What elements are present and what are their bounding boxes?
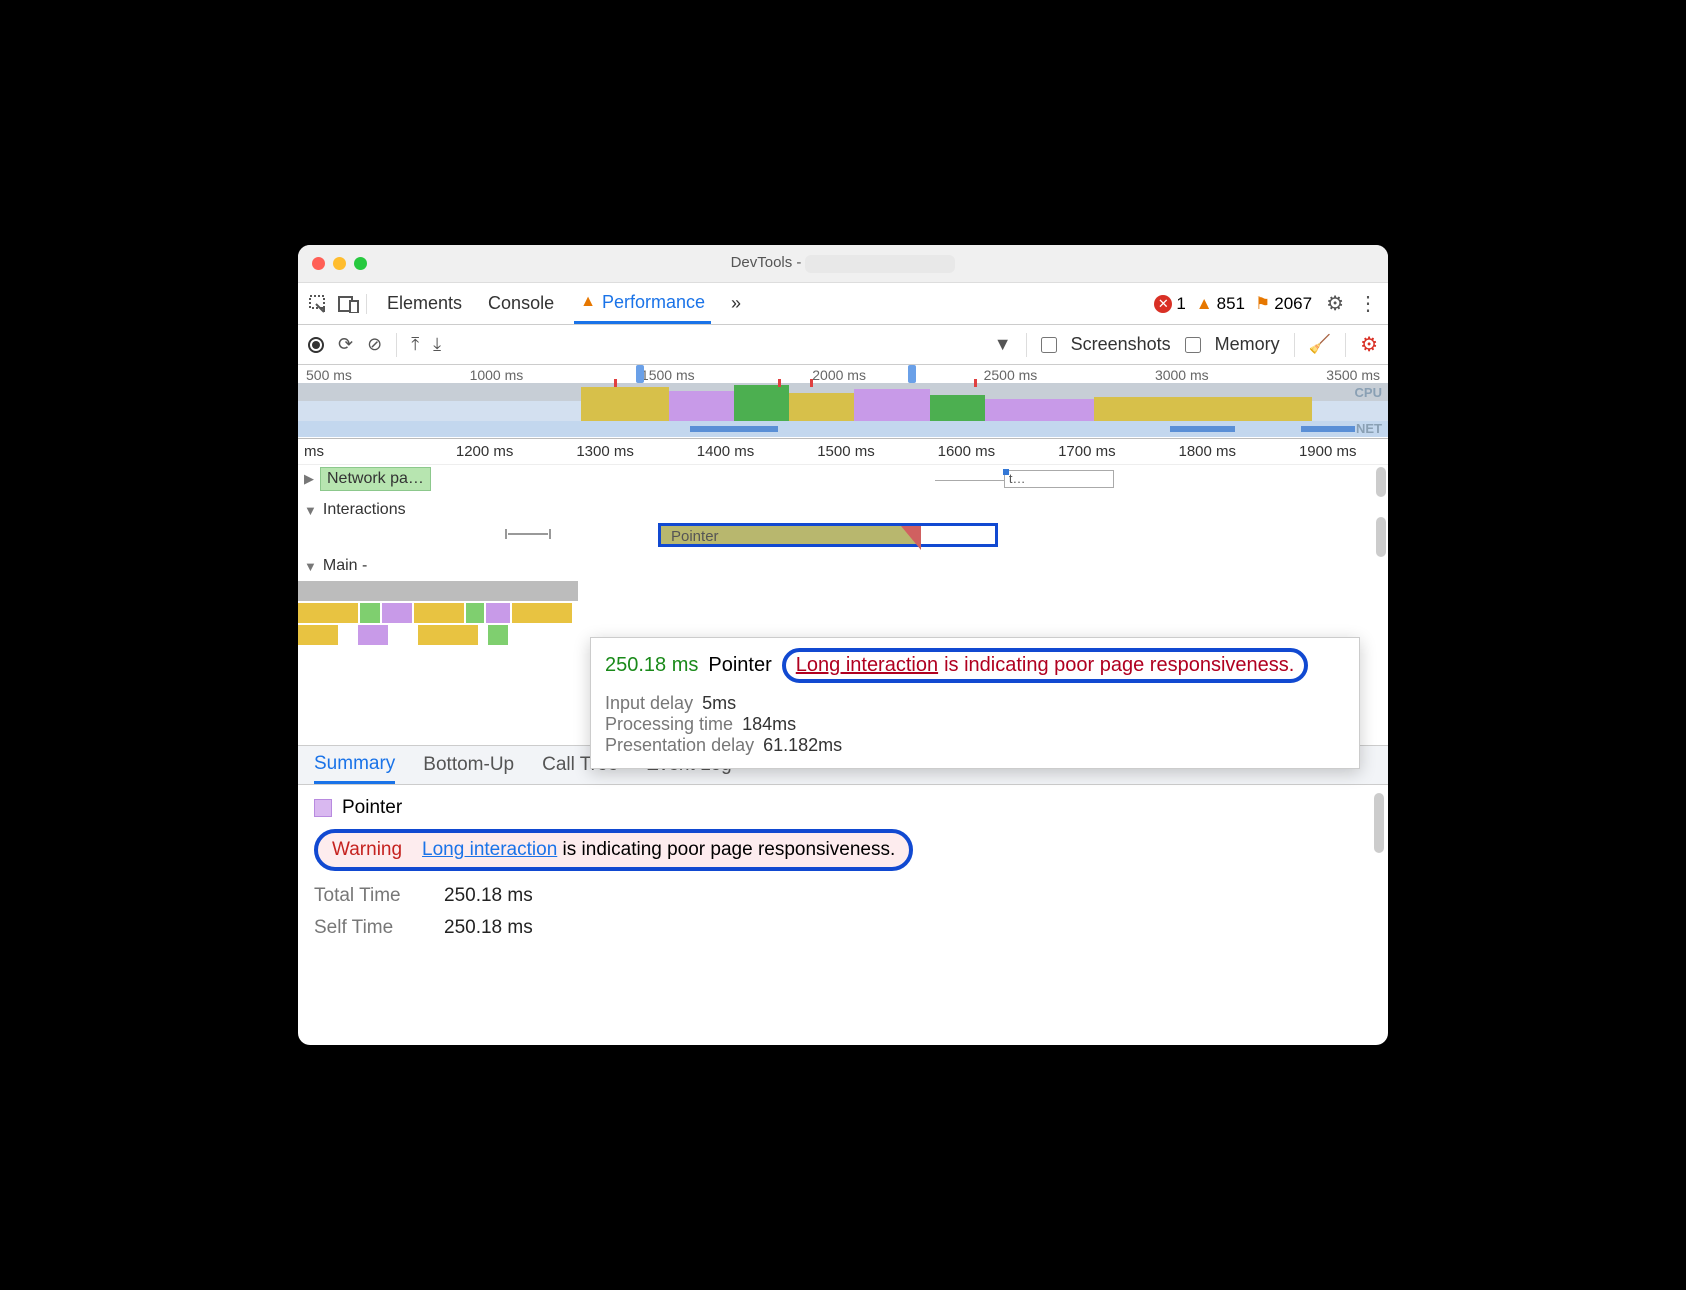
cpu-overview-band [298,383,1388,423]
interactions-track-label: Interactions [323,501,406,519]
panel-tabstrip: Elements Console ▲Performance » ✕1 ▲851 … [298,283,1388,325]
titlebar: DevTools - [298,245,1388,283]
tab-performance[interactable]: ▲Performance [574,283,711,324]
tab-summary[interactable]: Summary [314,746,395,784]
timeline-overview[interactable]: 500 ms1000 ms1500 ms2000 ms2500 ms3000 m… [298,365,1388,439]
interactions-lane: Pointer [298,523,1388,549]
total-time-label: Total Time [314,885,444,907]
long-interaction-link[interactable]: Long interaction [796,654,938,677]
long-interaction-link[interactable]: Long interaction [422,839,557,860]
warning-label: Warning [332,839,402,861]
event-color-swatch [314,799,332,817]
total-time-value: 250.18 ms [444,885,1372,907]
error-count[interactable]: ✕1 [1154,294,1185,314]
issues-count[interactable]: ⚑2067 [1255,294,1312,314]
main-track-label: Main - [323,557,367,575]
redacted-url [805,255,955,273]
tooltip-event-name: Pointer [708,654,771,677]
network-track-header[interactable]: ▶ Network pa… t… [298,465,1388,493]
reload-button[interactable]: ⟳ [338,334,353,355]
network-request-chip[interactable]: t… [1004,470,1114,488]
tooltip-duration: 250.18 ms [605,654,698,677]
issue-counts[interactable]: ✕1 ▲851 ⚑2067 [1154,294,1312,314]
tab-console[interactable]: Console [482,283,560,324]
more-menu-icon[interactable]: ⋮ [1358,291,1378,316]
settings-gear-icon[interactable]: ⚙ [1326,291,1344,316]
cpu-label: CPU [1355,385,1382,400]
garbage-collect-icon[interactable]: 🧹 [1309,334,1331,355]
flame-ruler: ms 1200 ms1300 ms1400 ms1500 ms1600 ms17… [298,439,1388,465]
summary-event-name: Pointer [342,797,402,819]
summary-warning-row: Warning Long interaction is indicating p… [314,829,913,871]
overview-ruler: 500 ms1000 ms1500 ms2000 ms2500 ms3000 m… [298,365,1388,383]
interaction-tooltip: 250.18 ms Pointer Long interaction is in… [590,637,1360,769]
screenshots-checkbox[interactable] [1041,337,1057,353]
overview-handle-left[interactable] [636,365,644,383]
error-icon: ✕ [1154,295,1172,313]
main-track-header[interactable]: ▼ Main - [298,555,1388,577]
tabs-overflow[interactable]: » [725,283,747,324]
caret-right-icon: ▶ [304,471,314,487]
performance-toolbar: ⟳ ⊘ ⤒ ⤓ ▼ Screenshots Memory 🧹 ⚙ [298,325,1388,365]
self-time-label: Self Time [314,917,444,939]
warning-icon: ▲ [1196,294,1213,314]
download-icon[interactable]: ⤓ [433,334,441,355]
inspect-icon[interactable] [308,294,328,314]
overview-handle-right[interactable] [908,365,916,383]
pointer-bar-label: Pointer [671,528,719,545]
tab-elements[interactable]: Elements [381,283,468,324]
window-title: DevTools - [298,254,1388,272]
summary-panel: Pointer Warning Long interaction is indi… [298,785,1388,951]
record-button[interactable] [308,337,324,353]
issues-icon: ⚑ [1255,294,1270,314]
caret-down-icon: ▼ [304,503,317,518]
caret-down-icon: ▼ [304,559,317,574]
network-track-label: Network pa… [320,467,431,491]
memory-label: Memory [1215,334,1280,355]
device-toggle-icon[interactable] [338,295,360,313]
tooltip-warning-text: is indicating poor page responsiveness. [944,654,1294,677]
interactions-track-header[interactable]: ▼ Interactions [298,499,1388,521]
devtools-window: DevTools - Elements Console ▲Performance… [298,245,1388,1045]
tooltip-warning-highlight: Long interaction is indicating poor page… [782,648,1309,683]
memory-checkbox[interactable] [1185,337,1201,353]
upload-icon[interactable]: ⤒ [411,334,419,355]
summary-scrollbar[interactable] [1374,793,1384,853]
tab-bottom-up[interactable]: Bottom-Up [423,746,514,784]
net-overview-band [298,421,1388,437]
capture-settings-gear-icon[interactable]: ⚙ [1360,332,1378,357]
warning-triangle-icon: ▲ [580,293,596,311]
warning-count[interactable]: ▲851 [1196,294,1245,314]
screenshots-label: Screenshots [1071,334,1171,355]
warning-text: is indicating poor page responsiveness. [563,839,896,860]
clear-button[interactable]: ⊘ [367,334,382,355]
pointer-interaction-bar[interactable]: Pointer [658,523,998,547]
net-label: NET [1356,421,1382,436]
self-time-value: 250.18 ms [444,917,1372,939]
history-dropdown[interactable]: ▼ [994,334,1012,355]
